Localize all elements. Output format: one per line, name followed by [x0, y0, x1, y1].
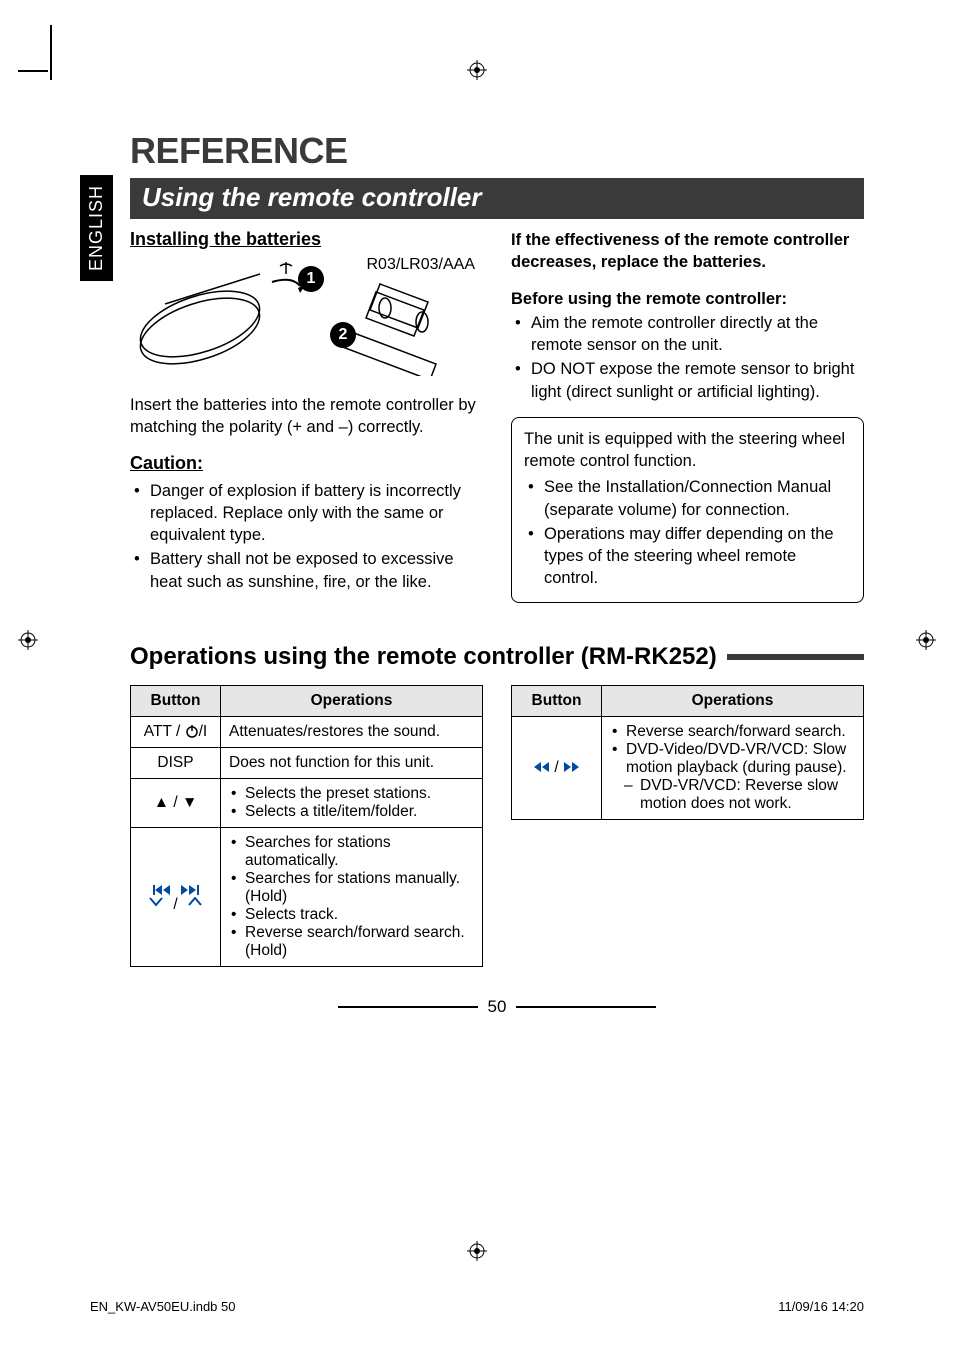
- insert-instruction: Insert the batteries into the remote con…: [130, 394, 483, 439]
- operations-heading-row: Operations using the remote controller (…: [130, 643, 864, 671]
- installing-heading: Installing the batteries: [130, 229, 483, 250]
- page-rule: [338, 1006, 478, 1008]
- operations-table-left: Button Operations ATT / /I Attenuates/re…: [130, 685, 483, 967]
- button-label: /I: [199, 723, 208, 740]
- box-item: See the Installation/Connection Manual (…: [524, 476, 851, 521]
- before-item: DO NOT expose the remote sensor to brigh…: [511, 358, 864, 403]
- registration-mark-bottom: [467, 1241, 487, 1266]
- button-cell-rwff: /: [512, 716, 602, 819]
- col-header-operations: Operations: [602, 685, 864, 716]
- page-title: REFERENCE: [130, 130, 864, 172]
- before-item: Aim the remote controller directly at th…: [511, 312, 864, 357]
- page-number-row: 50: [130, 997, 864, 1017]
- registration-icon: [467, 1241, 487, 1261]
- steering-wheel-box: The unit is equipped with the steering w…: [511, 417, 864, 603]
- ops-item: DVD-Video/DVD-VR/VCD: Slow motion playba…: [610, 741, 855, 777]
- table-row: / Searches for stations automatically. S…: [131, 827, 483, 966]
- caution-list: Danger of explosion if battery is incorr…: [130, 480, 483, 593]
- button-label: ATT /: [144, 723, 185, 740]
- ops-item: Selects a title/item/folder.: [229, 803, 474, 821]
- right-column: If the effectiveness of the remote contr…: [511, 229, 864, 607]
- ops-item: Searches for stations manually. (Hold): [229, 870, 474, 906]
- print-footer: EN_KW-AV50EU.indb 50 11/09/16 14:20: [90, 1299, 864, 1314]
- col-header-operations: Operations: [221, 685, 483, 716]
- chevron-up-icon: [188, 897, 202, 907]
- page-number: 50: [488, 997, 507, 1017]
- col-header-button: Button: [512, 685, 602, 716]
- page-rule: [516, 1006, 656, 1008]
- button-cell-disp: DISP: [131, 747, 221, 778]
- button-cell-updown: ▲ / ▼: [131, 778, 221, 827]
- operations-table-right: Button Operations / Reverse search/forwa…: [511, 685, 864, 820]
- ops-subitem: DVD-VR/VCD: Reverse slow motion does not…: [610, 777, 855, 813]
- ops-cell: Searches for stations automatically. Sea…: [221, 827, 483, 966]
- button-cell-skip: /: [131, 827, 221, 966]
- col-header-button: Button: [131, 685, 221, 716]
- fast-forward-icon: [563, 762, 581, 772]
- operations-heading: Operations using the remote controller (…: [130, 643, 717, 671]
- before-list: Aim the remote controller directly at th…: [511, 312, 864, 403]
- power-icon: [185, 724, 199, 738]
- battery-figure: R03/LR03/AAA: [130, 256, 483, 386]
- table-row: ▲ / ▼ Selects the preset stations. Selec…: [131, 778, 483, 827]
- button-cell-att: ATT / /I: [131, 716, 221, 747]
- triangle-down-icon: ▼: [182, 794, 197, 811]
- caution-heading: Caution:: [130, 453, 483, 474]
- table-row: ATT / /I Attenuates/restores the sound.: [131, 716, 483, 747]
- ops-item: Reverse search/forward search.: [610, 723, 855, 741]
- step-badge-1: 1: [298, 266, 324, 292]
- before-heading: Before using the remote controller:: [511, 288, 864, 310]
- ops-cell: Reverse search/forward search. DVD-Video…: [602, 716, 864, 819]
- step-badge-2: 2: [330, 322, 356, 348]
- footer-file: EN_KW-AV50EU.indb 50: [90, 1299, 235, 1314]
- ops-item: Selects the preset stations.: [229, 785, 474, 803]
- box-item: Operations may differ depending on the t…: [524, 523, 851, 590]
- ops-item: Searches for stations automatically.: [229, 834, 474, 870]
- box-lead: The unit is equipped with the steering w…: [524, 428, 851, 473]
- skip-back-icon: [153, 885, 171, 895]
- table-row: / Reverse search/forward search. DVD-Vid…: [512, 716, 864, 819]
- battery-illustration: [130, 256, 450, 376]
- ops-item: Reverse search/forward search. (Hold): [229, 924, 474, 960]
- rewind-icon: [532, 762, 550, 772]
- ops-cell: Does not function for this unit.: [221, 747, 483, 778]
- left-column: Installing the batteries R03/LR03/AAA: [130, 229, 483, 607]
- chevron-down-icon: [149, 897, 163, 907]
- footer-timestamp: 11/09/16 14:20: [778, 1299, 864, 1314]
- caution-item: Battery shall not be exposed to excessiv…: [130, 548, 483, 593]
- heading-rule: [727, 654, 864, 660]
- effectiveness-note: If the effectiveness of the remote contr…: [511, 229, 864, 274]
- caution-item: Danger of explosion if battery is incorr…: [130, 480, 483, 547]
- section-heading: Using the remote controller: [130, 178, 864, 219]
- ops-item: Selects track.: [229, 906, 474, 924]
- ops-cell: Selects the preset stations. Selects a t…: [221, 778, 483, 827]
- table-row: DISP Does not function for this unit.: [131, 747, 483, 778]
- skip-forward-icon: [181, 885, 199, 895]
- triangle-up-icon: ▲: [154, 794, 169, 811]
- ops-cell: Attenuates/restores the sound.: [221, 716, 483, 747]
- battery-type-label: R03/LR03/AAA: [366, 256, 475, 274]
